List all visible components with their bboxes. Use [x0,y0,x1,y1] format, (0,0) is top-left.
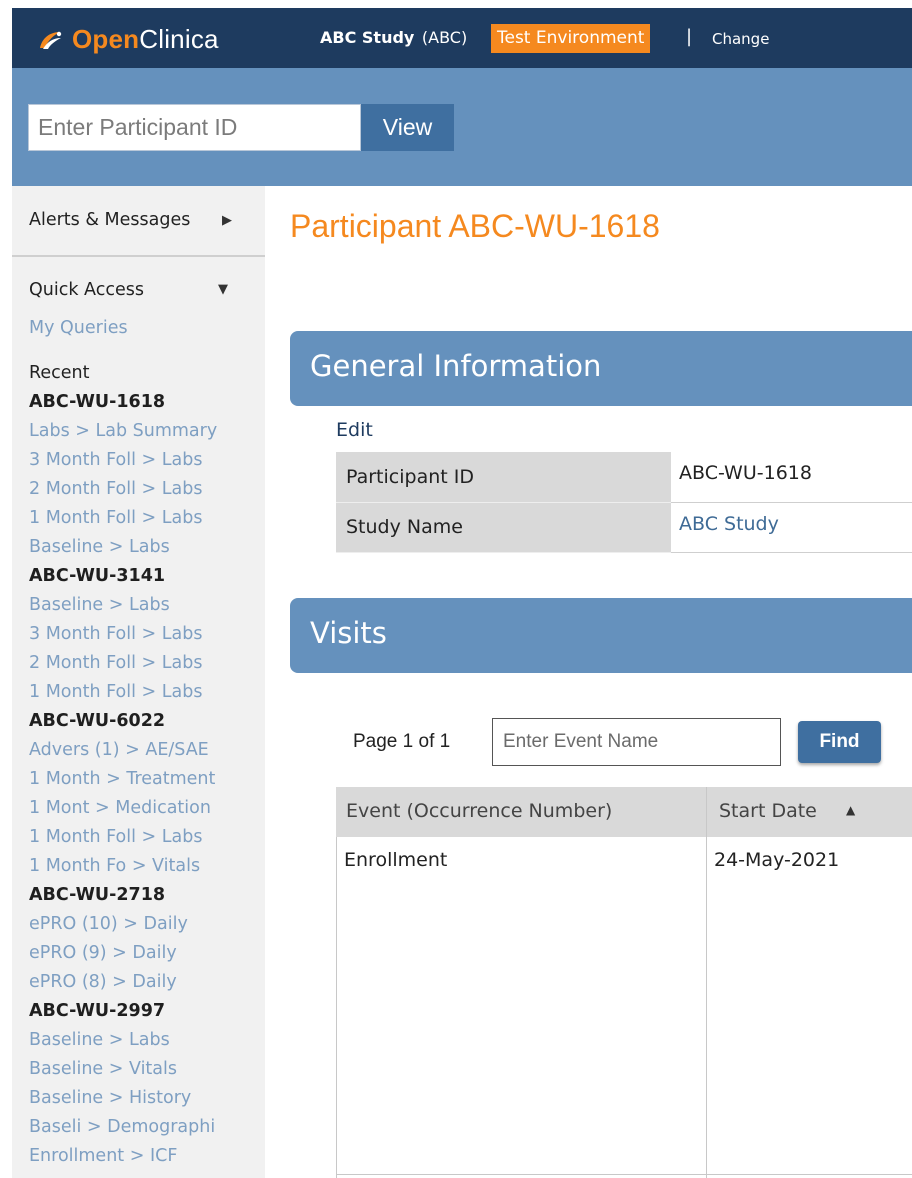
recent-form-link[interactable]: Baseline > Vitals [29,1059,177,1079]
column-header-start-date[interactable]: Start Date [719,800,817,822]
page-title: Participant ABC-WU-1618 [290,208,660,244]
participant-id-label: Participant ID [336,452,671,503]
grid-line [336,1174,912,1175]
recent-form-link[interactable]: 3 Month Foll > Labs [29,450,202,470]
recent-form-link[interactable]: ePRO (9) > Daily [29,943,177,963]
recent-form-link[interactable]: ePRO (10) > Daily [29,914,188,934]
study-code: (ABC) [421,28,468,47]
table-header: Event (Occurrence Number) Start Date ▲ [336,787,912,837]
participant-search-bar: View [12,68,912,186]
logo-swirl-icon [40,31,62,49]
section-title: Visits [310,616,387,650]
study-name: ABC Study [320,28,415,47]
environment-badge: Test Environment [491,24,651,53]
recent-form-link[interactable]: Baseline > Labs [29,595,170,615]
recent-participant[interactable]: ABC-WU-2718 [29,885,165,905]
edit-link[interactable]: Edit [336,419,373,441]
recent-form-link[interactable]: Enrollment > ICF [29,1146,177,1166]
recent-form-link[interactable]: 2 Month Foll > Labs [29,479,202,499]
sidebar-divider [12,255,265,257]
participant-id-input[interactable] [28,104,361,151]
grid-line [336,837,337,1178]
recent-form-link[interactable]: Baseli > Demographi [29,1117,215,1137]
study-name-label: Study Name [336,502,671,553]
logo-wordmark: OpenClinica [72,24,219,55]
column-header-event[interactable]: Event (Occurrence Number) [346,800,612,822]
recent-form-link[interactable]: Baseline > Labs [29,1030,170,1050]
recent-form-link[interactable]: Labs > Lab Summary [29,421,217,441]
openclinica-logo[interactable]: OpenClinica [36,24,219,55]
recent-form-link[interactable]: 1 Month Foll > Labs [29,827,202,847]
my-queries-link[interactable]: My Queries [29,318,128,338]
header-separator: | [686,26,693,47]
visits-header: Visits [290,598,912,673]
recent-participant[interactable]: ABC-WU-3141 [29,566,165,586]
recent-form-link[interactable]: Baseline > Labs [29,537,170,557]
caret-down-icon[interactable]: ▼ [218,282,228,297]
start-date-cell: 24-May-2021 [714,849,840,871]
recent-form-link[interactable]: 2 Month Foll > Labs [29,653,202,673]
table-row: Participant ID ABC-WU-1618 [336,452,912,503]
top-navigation-bar: OpenClinica ABC Study (ABC) Test Environ… [12,8,912,68]
recent-label: Recent [29,363,90,383]
study-name-link[interactable]: ABC Study [671,502,912,553]
recent-form-link[interactable]: 3 Month Foll > Labs [29,624,202,644]
recent-form-link[interactable]: Baseline > History [29,1088,191,1108]
recent-form-link[interactable]: ePRO (8) > Daily [29,972,177,992]
recent-participant[interactable]: ABC-WU-2997 [29,1001,165,1021]
participant-id-value: ABC-WU-1618 [671,452,912,503]
event-name-search-input[interactable] [492,718,781,766]
alerts-messages-toggle[interactable]: Alerts & Messages [29,210,190,230]
recent-form-link[interactable]: 1 Month Fo > Vitals [29,856,200,876]
caret-right-icon[interactable]: ▶ [222,213,232,228]
recent-form-link[interactable]: 1 Month Foll > Labs [29,508,202,528]
view-participant-button[interactable]: View [361,104,454,151]
recent-form-link[interactable]: 1 Month Foll > Labs [29,682,202,702]
sidebar: Alerts & Messages ▶ Quick Access ▼ My Qu… [12,186,265,1178]
quick-access-toggle[interactable]: Quick Access [29,280,144,300]
recent-form-link[interactable]: 1 Month > Treatment [29,769,215,789]
change-study-link[interactable]: Change [712,30,769,48]
general-information-header: General Information [290,331,912,406]
section-title: General Information [310,349,602,383]
recent-form-link[interactable]: Advers (1) > AE/SAE [29,740,209,760]
recent-participant[interactable]: ABC-WU-6022 [29,711,165,731]
pagination-info: Page 1 of 1 [353,731,451,752]
table-row: Study Name ABC Study [336,502,912,553]
event-cell[interactable]: Enrollment [344,849,447,871]
recent-form-link[interactable]: 1 Mont > Medication [29,798,211,818]
current-study: ABC Study (ABC) [320,28,467,47]
logo-clinica-text: Clinica [139,24,219,54]
visits-table: Event (Occurrence Number) Start Date ▲ E… [336,787,912,1178]
recent-participant[interactable]: ABC-WU-1618 [29,392,165,412]
grid-line [706,787,707,1178]
logo-open-text: Open [72,24,140,54]
sort-ascending-icon[interactable]: ▲ [846,803,855,817]
find-button[interactable]: Find [798,721,881,763]
general-information-table: Participant ID ABC-WU-1618 Study Name AB… [336,452,912,553]
